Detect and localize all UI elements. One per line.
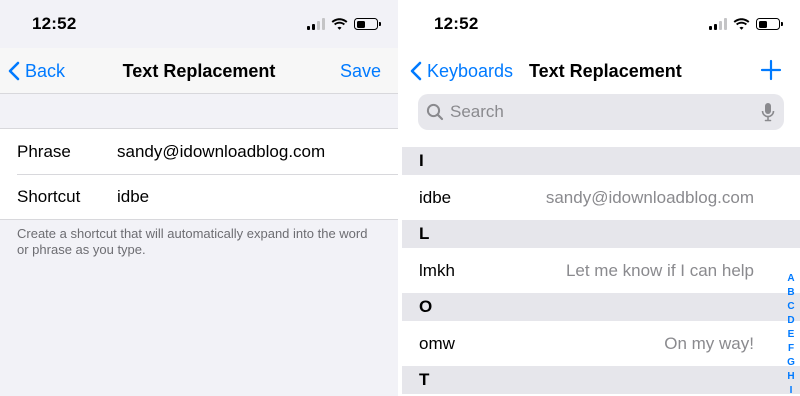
keyboards-back-button[interactable]: Keyboards — [410, 48, 513, 94]
section-header: L — [402, 220, 800, 248]
index-letter[interactable]: I — [790, 384, 793, 396]
text-replacement-list-screen: 12:52 Keyboards Text Replacement Search … — [402, 0, 800, 396]
index-letter[interactable]: B — [787, 286, 794, 300]
section-header: T — [402, 366, 800, 394]
magnifier-icon — [426, 103, 444, 121]
status-icons — [709, 17, 783, 31]
section-header: O — [402, 293, 800, 321]
phrase-text: Let me know if I can help — [565, 260, 754, 280]
phrase-field[interactable] — [117, 141, 387, 162]
section-header: I — [402, 147, 800, 175]
list-item[interactable]: lmkh Let me know if I can help — [402, 248, 800, 293]
list-item[interactable]: omw On my way! — [402, 321, 800, 366]
wifi-icon — [331, 18, 348, 30]
cellular-signal-icon — [307, 18, 325, 30]
status-icons — [307, 17, 381, 31]
page-title: Text Replacement — [529, 61, 682, 81]
status-bar: 12:52 — [402, 0, 800, 48]
section-index[interactable]: A B C D E F G H I — [785, 272, 797, 396]
index-letter[interactable]: D — [787, 314, 794, 328]
back-label: Keyboards — [427, 60, 514, 81]
wifi-icon — [733, 18, 750, 30]
page-title: Text Replacement — [122, 61, 276, 81]
shortcut-field[interactable] — [117, 186, 387, 207]
battery-icon — [354, 18, 381, 30]
microphone-icon[interactable] — [760, 102, 776, 122]
status-time: 12:52 — [434, 14, 479, 33]
cellular-signal-icon — [709, 18, 727, 30]
plus-icon[interactable] — [760, 59, 782, 81]
navigation-bar: Back Text Replacement Save — [0, 48, 398, 94]
battery-icon — [756, 18, 783, 30]
phrase-text: On my way! — [664, 333, 754, 353]
phrase-row: Phrase — [0, 129, 398, 174]
index-letter[interactable]: E — [788, 328, 795, 342]
replacement-list: I idbe sandy@idownloadblog.com L lmkh Le… — [402, 147, 800, 394]
index-letter[interactable]: C — [787, 300, 794, 314]
navigation-bar: Keyboards Text Replacement — [402, 48, 800, 94]
form-footnote: Create a shortcut that will automaticall… — [17, 226, 368, 257]
index-letter[interactable]: A — [787, 272, 794, 286]
index-letter[interactable]: H — [787, 370, 794, 384]
shortcut-text: idbe — [419, 187, 452, 207]
status-bar: 12:52 — [0, 0, 398, 48]
phrase-label: Phrase — [17, 141, 71, 161]
phrase-text: sandy@idownloadblog.com — [545, 187, 754, 207]
edit-replacement-screen: 12:52 Back Text Replacement Save Phrase — [0, 0, 398, 396]
list-item[interactable]: idbe sandy@idownloadblog.com — [402, 175, 800, 220]
shortcut-row: Shortcut — [0, 174, 398, 219]
index-letter[interactable]: F — [788, 342, 794, 356]
chevron-left-icon — [410, 61, 422, 81]
search-input[interactable]: Search — [418, 94, 784, 130]
index-letter[interactable]: G — [787, 356, 795, 370]
replacement-form: Phrase Shortcut — [0, 128, 398, 220]
search-placeholder: Search — [450, 102, 504, 121]
shortcut-label: Shortcut — [17, 186, 81, 206]
status-time: 12:52 — [32, 14, 77, 33]
shortcut-text: lmkh — [419, 260, 455, 280]
shortcut-text: omw — [419, 333, 455, 353]
save-button[interactable]: Save — [340, 48, 381, 94]
